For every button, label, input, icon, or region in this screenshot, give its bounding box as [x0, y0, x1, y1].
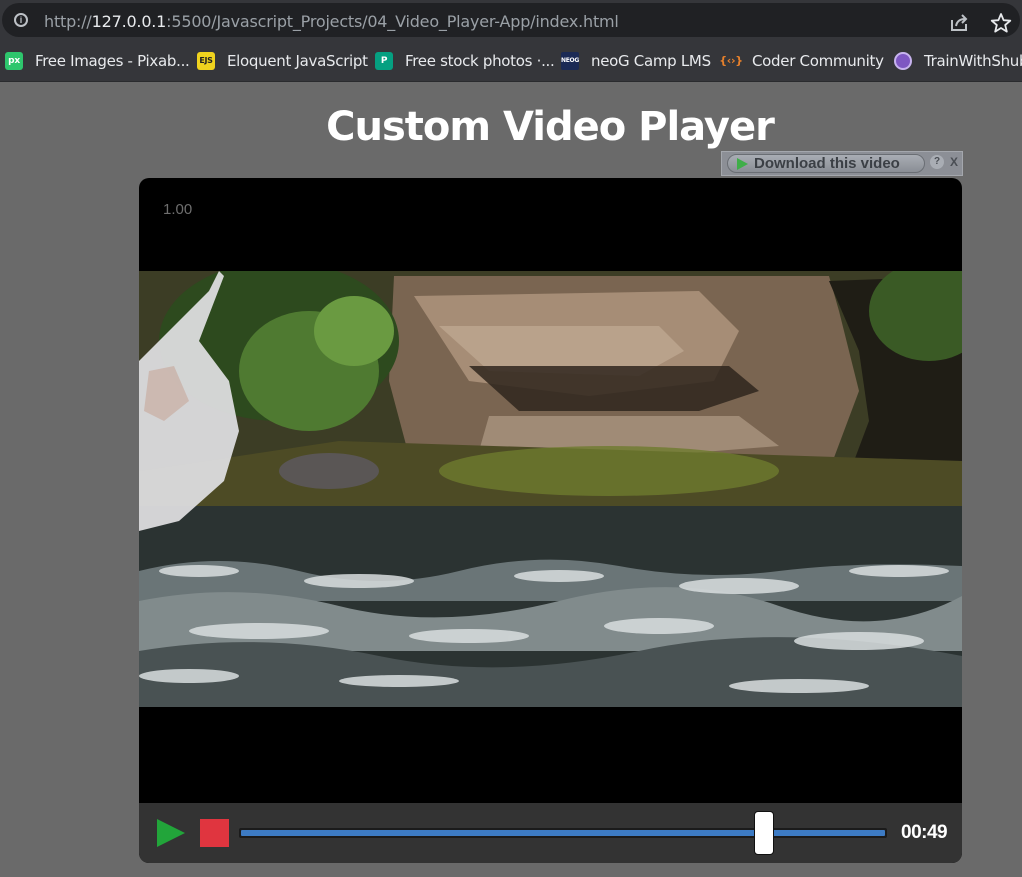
bookmark-pexels[interactable]: P Free stock photos ·... [375, 40, 555, 81]
bookmark-eloquent-js[interactable]: EJS Eloquent JavaScript [197, 40, 368, 81]
download-video-button[interactable]: Download this video [727, 154, 925, 173]
bookmarks-bar: px Free Images - Pixab... EJS Eloquent J… [0, 40, 1022, 82]
stop-button[interactable] [200, 819, 229, 847]
download-video-bar: Download this video ? X [721, 151, 963, 176]
help-icon[interactable]: ? [930, 155, 944, 169]
bookmark-coder-community[interactable]: {‹›} Coder Community [719, 40, 884, 81]
player-controls: 00:49 [139, 803, 962, 863]
pexels-icon: P [375, 51, 393, 70]
play-triangle-icon [737, 158, 748, 170]
url-path: :5500/Javascript_Projects/04_Video_Playe… [166, 12, 619, 31]
page-title: Custom Video Player [326, 104, 775, 150]
info-icon[interactable]: i [14, 13, 28, 27]
bookmark-trainwithshubh[interactable]: TrainWithShubh [894, 40, 1022, 81]
pixabay-icon: px [5, 51, 23, 70]
bookmark-star-icon[interactable] [990, 12, 1012, 34]
progress-fill [241, 830, 885, 836]
url-text[interactable]: http://127.0.0.1:5500/Javascript_Project… [44, 12, 619, 31]
bookmark-pixabay[interactable]: px Free Images - Pixab... [5, 40, 190, 81]
eloquent-js-icon: EJS [197, 51, 215, 70]
play-button[interactable] [157, 819, 185, 847]
bookmark-label: Eloquent JavaScript [227, 51, 368, 70]
close-icon[interactable]: X [947, 155, 961, 169]
video-player: 1.00 00:49 [139, 178, 962, 863]
video-frame[interactable] [139, 271, 962, 707]
url-scheme: http:// [44, 12, 92, 31]
bookmark-label: neoG Camp LMS [591, 51, 711, 70]
progress-bar[interactable] [239, 828, 887, 838]
address-bar: i http://127.0.0.1:5500/Javascript_Proje… [0, 0, 1022, 40]
trainwithshubh-icon [894, 51, 912, 70]
playback-speed: 1.00 [163, 201, 193, 218]
current-time: 00:49 [901, 822, 948, 843]
bookmark-label: Coder Community [752, 51, 884, 70]
bookmark-label: Free Images - Pixab... [35, 51, 190, 70]
video-still-image [139, 271, 962, 707]
bookmark-neog[interactable]: NEOG neoG Camp LMS [561, 40, 711, 81]
share-icon[interactable] [948, 12, 970, 34]
neog-icon: NEOG [561, 51, 579, 70]
download-label: Download this video [754, 155, 900, 172]
url-field[interactable]: i http://127.0.0.1:5500/Javascript_Proje… [2, 3, 1020, 37]
bookmark-label: TrainWithShubh [924, 51, 1022, 70]
coder-community-icon: {‹›} [719, 54, 743, 67]
bookmark-label: Free stock photos ·... [405, 51, 555, 70]
progress-thumb[interactable] [753, 811, 774, 855]
url-host: 127.0.0.1 [91, 12, 167, 31]
